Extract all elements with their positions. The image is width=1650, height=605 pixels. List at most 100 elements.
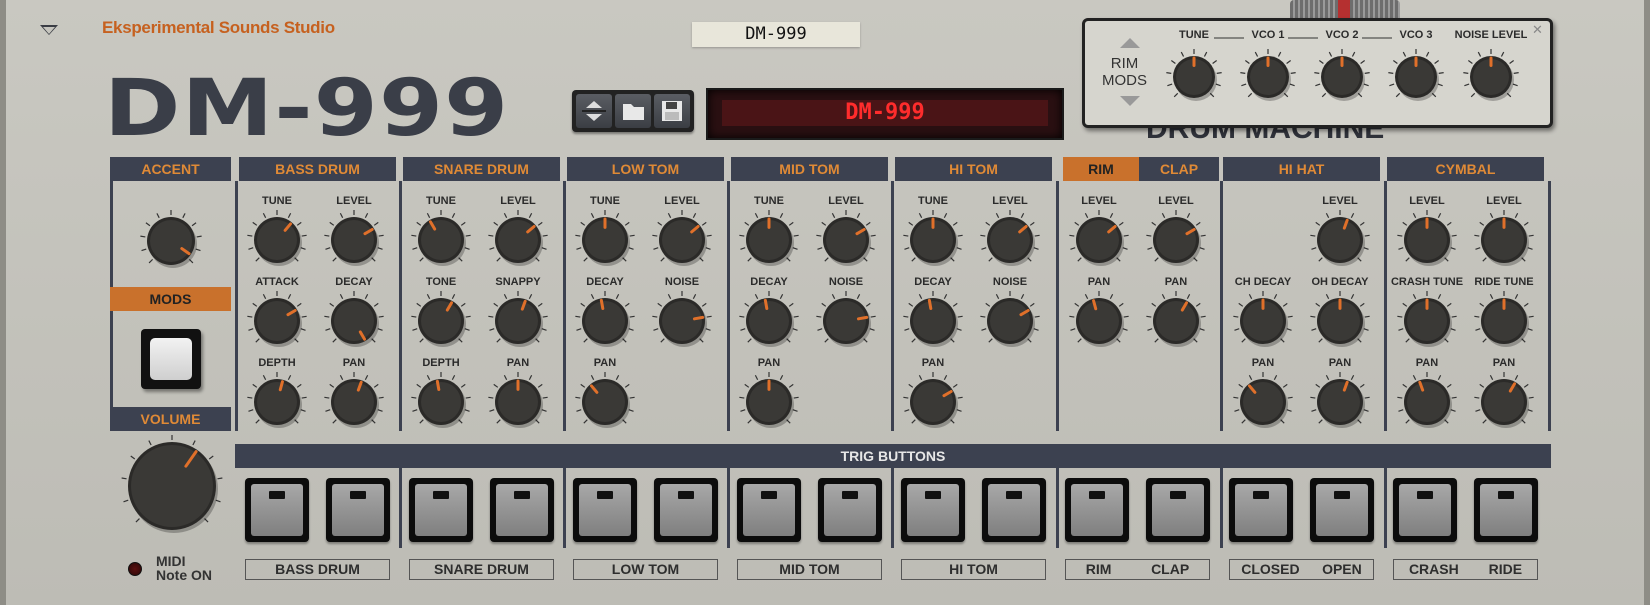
rim-clap-knob[interactable]	[1144, 289, 1208, 353]
low-tom-knob[interactable]	[573, 289, 637, 353]
snare-drum-knob[interactable]	[409, 289, 473, 353]
hi-tom-knob[interactable]	[901, 289, 965, 353]
mid-tom-header: MID TOM	[731, 157, 888, 181]
trig-label-part: CRASH	[1408, 561, 1459, 577]
snare-drum-knob[interactable]	[486, 370, 550, 434]
hi-hat-knob[interactable]	[1231, 370, 1295, 434]
cymbal-header: CYMBAL	[1387, 157, 1544, 181]
low-tom-knob[interactable]	[650, 208, 714, 272]
cymbal-knob[interactable]	[1395, 289, 1459, 353]
hi-hat-knob[interactable]	[1308, 370, 1372, 434]
snare-drum-knob[interactable]	[409, 370, 473, 434]
trig-button[interactable]	[654, 478, 718, 542]
trig-button[interactable]	[326, 478, 390, 542]
mid-tom-knob[interactable]	[737, 208, 801, 272]
mods-button-face	[150, 338, 192, 380]
hi-tom-knob-label: LEVEL	[992, 195, 1028, 207]
bass-drum-knob[interactable]	[322, 370, 386, 434]
hi-hat-knob[interactable]	[1308, 208, 1372, 272]
trig-button[interactable]	[901, 478, 965, 542]
hi-hat-knob[interactable]	[1308, 289, 1372, 353]
bass-drum-knob[interactable]	[245, 208, 309, 272]
save-patch-button[interactable]	[654, 94, 690, 128]
cymbal-knob[interactable]	[1395, 208, 1459, 272]
snare-drum-knob[interactable]	[486, 289, 550, 353]
cymbal-knob[interactable]	[1472, 370, 1536, 434]
mid-tom-knob[interactable]	[737, 289, 801, 353]
rim-mods-knob[interactable]	[1461, 47, 1521, 107]
bass-drum-knob[interactable]	[245, 370, 309, 434]
mid-tom-knob[interactable]	[737, 370, 801, 434]
trig-group-label: RIM CLAP	[1065, 559, 1210, 580]
floppy-disk-icon	[662, 101, 682, 121]
trig-button[interactable]	[1310, 478, 1374, 542]
trig-button[interactable]	[409, 478, 473, 542]
trig-button[interactable]	[1146, 478, 1210, 542]
hi-tom-knob[interactable]	[901, 208, 965, 272]
trig-button[interactable]	[982, 478, 1046, 542]
section-divider	[1384, 181, 1387, 431]
device-name-tape[interactable]: DM-999	[692, 22, 860, 47]
patch-updown-button[interactable]	[576, 94, 612, 128]
low-tom-knob[interactable]	[573, 370, 637, 434]
rim-clap-knob[interactable]	[1144, 208, 1208, 272]
midi-line2: Note ON	[156, 567, 212, 583]
trig-label-part: CLAP	[1151, 561, 1190, 577]
trig-button[interactable]	[737, 478, 801, 542]
rim-mods-knob[interactable]	[1238, 47, 1298, 107]
cymbal-knob[interactable]	[1472, 208, 1536, 272]
hi-hat-knob[interactable]	[1231, 289, 1295, 353]
trig-button[interactable]	[818, 478, 882, 542]
hi-tom-knob[interactable]	[978, 289, 1042, 353]
rim-mods-up-arrow-icon[interactable]	[1120, 38, 1140, 48]
trig-button[interactable]	[1393, 478, 1457, 542]
cymbal-knob[interactable]	[1395, 370, 1459, 434]
accent-knob[interactable]	[138, 208, 204, 274]
hi-hat-knob-label: PAN	[1328, 357, 1352, 369]
cymbal-knob-label: RIDE TUNE	[1474, 276, 1534, 288]
mid-tom-knob[interactable]	[814, 289, 878, 353]
midi-note-on-label: MIDI Note ON	[156, 554, 212, 582]
low-tom-knob[interactable]	[573, 208, 637, 272]
mods-toggle-button[interactable]	[141, 329, 201, 389]
trig-button[interactable]	[490, 478, 554, 542]
trig-label-part: RIM	[1085, 561, 1112, 577]
hi-tom-knob[interactable]	[901, 370, 965, 434]
trig-button[interactable]	[1065, 478, 1129, 542]
trig-button[interactable]	[1474, 478, 1538, 542]
rim-mods-down-arrow-icon[interactable]	[1120, 96, 1140, 106]
snare-drum-knob[interactable]	[486, 208, 550, 272]
rim-clap-knob[interactable]	[1067, 289, 1131, 353]
midi-line1: MIDI	[156, 553, 186, 569]
bass-drum-knob[interactable]	[245, 289, 309, 353]
rim-mods-knob[interactable]	[1312, 47, 1372, 107]
patch-browser-buttons	[572, 90, 694, 132]
trig-button[interactable]	[1229, 478, 1293, 542]
section-divider	[1220, 181, 1223, 431]
trig-buttons-header: TRIG BUTTONS	[235, 444, 1551, 468]
trig-button[interactable]	[573, 478, 637, 542]
rim-mods-title: RIM MODS	[1102, 55, 1147, 89]
rim-mods-knob[interactable]	[1164, 47, 1224, 107]
browse-patches-button[interactable]	[615, 94, 651, 128]
collapse-arrow-icon[interactable]	[40, 25, 58, 35]
cymbal-knob-label: LEVEL	[1486, 195, 1522, 207]
hi-tom-knob[interactable]	[978, 208, 1042, 272]
rim-mods-knob[interactable]	[1386, 47, 1446, 107]
bass-drum-knob[interactable]	[322, 208, 386, 272]
bass-drum-knob[interactable]	[322, 289, 386, 353]
section-divider	[891, 181, 894, 431]
rim-clap-knob[interactable]	[1067, 208, 1131, 272]
trig-button-led	[514, 491, 530, 499]
snare-drum-knob[interactable]	[409, 208, 473, 272]
low-tom-knob-label: LEVEL	[664, 195, 700, 207]
volume-knob[interactable]	[119, 433, 225, 539]
low-tom-knob-label: PAN	[593, 357, 617, 369]
mid-tom-knob[interactable]	[814, 208, 878, 272]
section-divider	[727, 181, 730, 431]
trig-button[interactable]	[245, 478, 309, 542]
low-tom-knob[interactable]	[650, 289, 714, 353]
cymbal-knob[interactable]	[1472, 289, 1536, 353]
trig-group-label: SNARE DRUM	[409, 559, 554, 580]
cymbal-knob-label: PAN	[1492, 357, 1516, 369]
